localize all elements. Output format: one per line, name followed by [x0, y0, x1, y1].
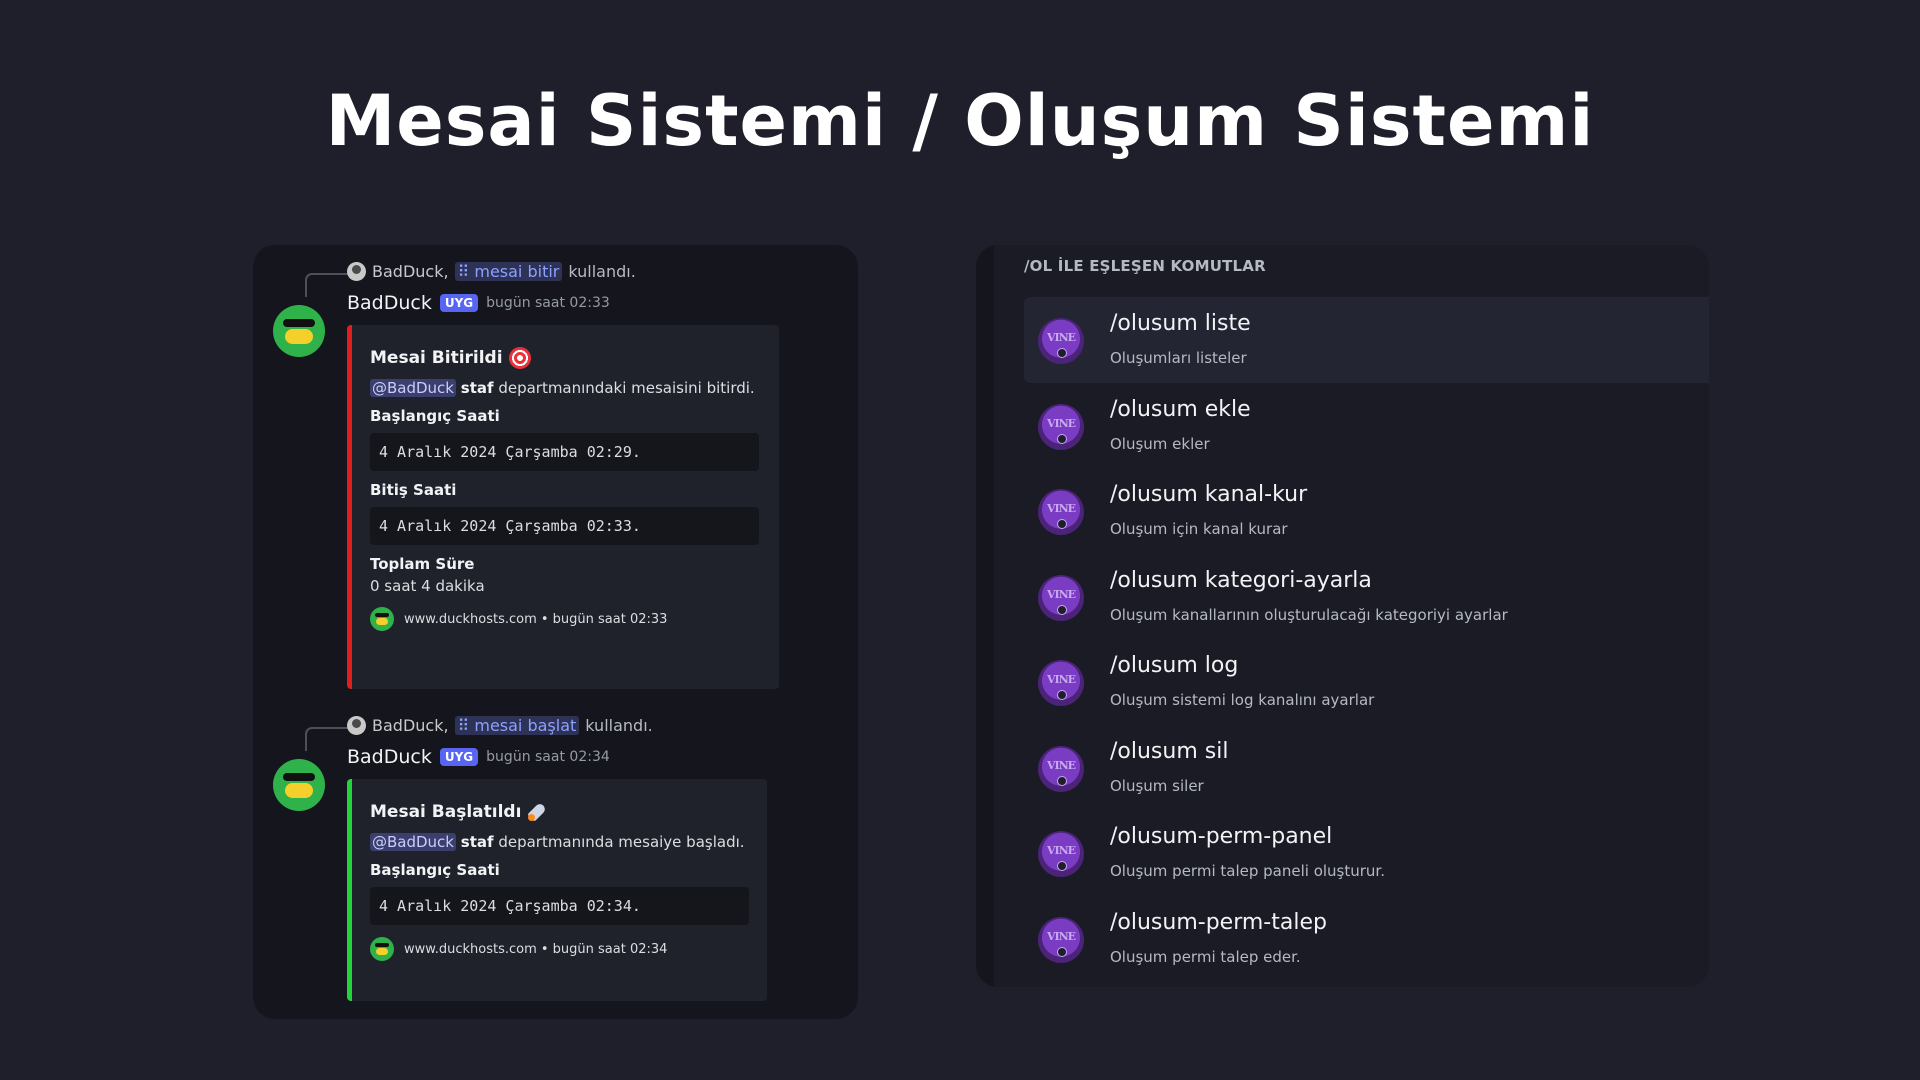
command-suggestions-panel: /OL İLE EŞLEŞEN KOMUTLAR VINE /olusum li…: [976, 245, 1709, 987]
embed-card: Mesai Bitirildi @BadDuck staf departmanı…: [347, 325, 779, 689]
bot-icon: VINE: [1038, 917, 1084, 963]
message-timestamp: bugün saat 02:34: [486, 749, 610, 765]
embed-description: @BadDuck staf departmanında mesaiye başl…: [370, 833, 751, 851]
embed-footer-text: www.duckhosts.com • bugün saat 02:34: [404, 941, 668, 957]
user-mention[interactable]: @BadDuck: [370, 833, 456, 851]
embed-card: Mesai Başlatıldı @BadDuck staf departman…: [347, 779, 767, 1001]
field-end-label: Bitiş Saati: [370, 481, 457, 499]
app-badge: UYG: [439, 294, 479, 312]
user-avatar-icon[interactable]: [347, 261, 366, 281]
command-item-olusum-perm-talep[interactable]: VINE /olusum-perm-talep Oluşum permi tal…: [1024, 896, 1709, 982]
embed-title-text: Mesai Başlatıldı: [370, 802, 522, 822]
bot-icon: VINE: [1038, 404, 1084, 450]
command-description: Oluşum kanallarının oluşturulacağı kateg…: [1110, 606, 1508, 624]
field-total-label: Toplam Süre: [370, 555, 475, 573]
embed-title-text: Mesai Bitirildi: [370, 348, 503, 368]
reply-connector: [305, 273, 349, 297]
author-name[interactable]: BadDuck: [347, 292, 432, 314]
command-description: Oluşum ekler: [1110, 435, 1210, 453]
command-name: /olusum kanal-kur: [1110, 482, 1308, 507]
reply-username[interactable]: BadDuck,: [372, 716, 449, 735]
command-item-olusum-sil[interactable]: VINE /olusum sil Oluşum siler: [1024, 725, 1709, 811]
bot-icon: VINE: [1038, 746, 1084, 792]
command-description: Oluşum permi talep eder.: [1110, 948, 1301, 966]
command-name: /olusum kategori-ayarla: [1110, 568, 1372, 593]
rocket-emoji-icon: [527, 801, 549, 823]
command-chip[interactable]: ⠿ mesai bitir: [454, 261, 563, 281]
command-description: Oluşumları listeler: [1110, 349, 1247, 367]
embed-description: @BadDuck staf departmanındaki mesaisini …: [370, 379, 763, 397]
command-description: Oluşum için kanal kurar: [1110, 520, 1288, 538]
chat-panel: BadDuck, ⠿ mesai bitir kullandı. BadDuck…: [253, 245, 858, 1019]
command-item-olusum-kategori-ayarla[interactable]: VINE /olusum kategori-ayarla Oluşum kana…: [1024, 554, 1709, 640]
embed-title: Mesai Bitirildi: [370, 345, 763, 371]
command-chip-label: mesai bitir: [474, 261, 560, 281]
command-name: /olusum ekle: [1110, 397, 1251, 422]
field-start-value: 4 Aralık 2024 Çarşamba 02:29.: [370, 433, 759, 471]
reply-suffix: kullandı.: [568, 261, 636, 281]
author-line: BadDuck UYG bugün saat 02:33: [347, 289, 610, 317]
embed-footer-text: www.duckhosts.com • bugün saat 02:33: [404, 611, 668, 627]
field-start-value: 4 Aralık 2024 Çarşamba 02:34.: [370, 887, 749, 925]
command-name: /olusum log: [1110, 653, 1239, 678]
user-avatar-icon[interactable]: [347, 715, 366, 735]
command-item-olusum-ekle[interactable]: VINE /olusum ekle Oluşum ekler: [1024, 383, 1709, 469]
command-description: Oluşum sistemi log kanalını ayarlar: [1110, 691, 1375, 709]
command-item-olusum-log[interactable]: VINE /olusum log Oluşum sistemi log kana…: [1024, 639, 1709, 725]
command-item-olusum-liste[interactable]: VINE /olusum liste Oluşumları listeler: [1024, 297, 1709, 383]
reply-suffix: kullandı.: [585, 715, 653, 735]
bot-icon: VINE: [1038, 575, 1084, 621]
department-name: staf: [460, 833, 494, 851]
command-list-header: /OL İLE EŞLEŞEN KOMUTLAR: [1024, 257, 1266, 275]
department-name: staf: [460, 379, 494, 397]
command-name: /olusum-perm-panel: [1110, 824, 1333, 849]
bot-icon: VINE: [1038, 318, 1084, 364]
command-name: /olusum liste: [1110, 311, 1251, 336]
command-list: /OL İLE EŞLEŞEN KOMUTLAR VINE /olusum li…: [994, 245, 1709, 987]
reply-connector: [305, 727, 349, 751]
bot-avatar[interactable]: [273, 305, 325, 357]
embed-description-text: departmanındaki mesaisini bitirdi.: [498, 379, 755, 397]
embed-footer: www.duckhosts.com • bugün saat 02:33: [370, 607, 763, 631]
embed-title: Mesai Başlatıldı: [370, 799, 751, 825]
embed-footer: www.duckhosts.com • bugün saat 02:34: [370, 937, 751, 961]
field-total-value: 0 saat 4 dakika: [370, 577, 485, 595]
author-name[interactable]: BadDuck: [347, 746, 432, 768]
app-badge: UYG: [439, 748, 479, 766]
reply-username[interactable]: BadDuck,: [372, 262, 449, 281]
field-end-value: 4 Aralık 2024 Çarşamba 02:33.: [370, 507, 759, 545]
command-description: Oluşum siler: [1110, 777, 1204, 795]
bot-icon: VINE: [1038, 660, 1084, 706]
command-item-olusum-perm-panel[interactable]: VINE /olusum-perm-panel Oluşum permi tal…: [1024, 810, 1709, 896]
author-line: BadDuck UYG bugün saat 02:34: [347, 743, 610, 771]
command-reply[interactable]: BadDuck, ⠿ mesai bitir kullandı.: [347, 259, 636, 283]
command-chip[interactable]: ⠿ mesai başlat: [454, 715, 580, 735]
command-chip-label: mesai başlat: [474, 715, 577, 735]
embed-description-text: departmanında mesaiye başladı.: [498, 833, 745, 851]
user-mention[interactable]: @BadDuck: [370, 379, 456, 397]
field-start-label: Başlangıç Saati: [370, 407, 500, 425]
command-name: /olusum-perm-talep: [1110, 910, 1327, 935]
bot-icon: VINE: [1038, 489, 1084, 535]
command-item-olusum-kanal-kur[interactable]: VINE /olusum kanal-kur Oluşum için kanal…: [1024, 468, 1709, 554]
bot-avatar[interactable]: [273, 759, 325, 811]
command-reply[interactable]: BadDuck, ⠿ mesai başlat kullandı.: [347, 713, 653, 737]
footer-avatar-icon: [370, 607, 394, 631]
footer-avatar-icon: [370, 937, 394, 961]
field-start-label: Başlangıç Saati: [370, 861, 500, 879]
bot-icon: VINE: [1038, 831, 1084, 877]
page-title: Mesai Sistemi / Oluşum Sistemi: [325, 80, 1595, 162]
command-name: /olusum sil: [1110, 739, 1229, 764]
command-description: Oluşum permi talep paneli oluşturur.: [1110, 862, 1385, 880]
message-timestamp: bugün saat 02:33: [486, 295, 610, 311]
target-emoji-icon: [508, 347, 531, 369]
